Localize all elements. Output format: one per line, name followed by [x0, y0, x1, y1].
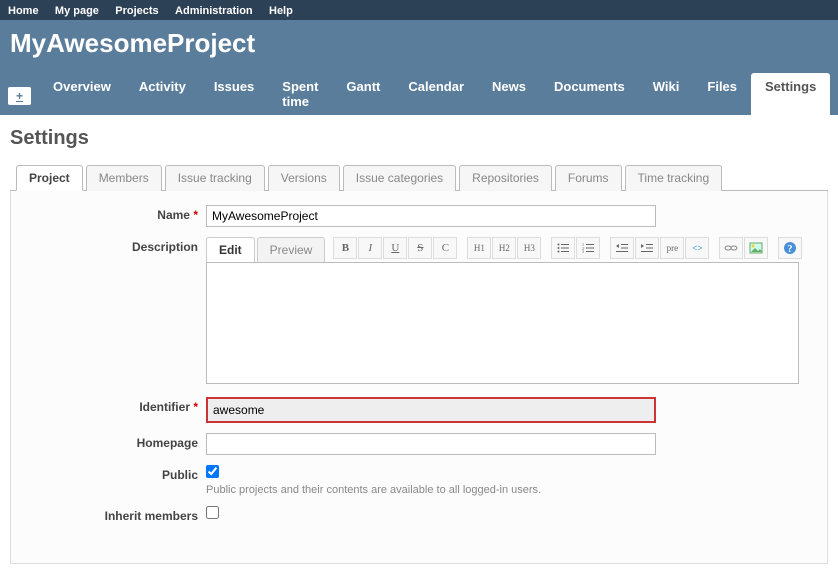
indent-button[interactable]	[635, 237, 659, 259]
editor-tab-preview[interactable]: Preview	[257, 237, 326, 262]
tab-overview[interactable]: Overview	[39, 73, 125, 115]
image-icon	[749, 242, 763, 254]
bold-button[interactable]: B	[333, 237, 357, 259]
identifier-label: Identifier *	[31, 397, 206, 414]
inherit-label: Inherit members	[31, 506, 206, 523]
name-label: Name *	[31, 205, 206, 222]
inherit-checkbox[interactable]	[206, 506, 219, 519]
top-menu: Home My page Projects Administration Hel…	[0, 0, 838, 20]
tab-files[interactable]: Files	[693, 73, 751, 115]
tab-documents[interactable]: Documents	[540, 73, 639, 115]
tab-gantt[interactable]: Gantt	[332, 73, 394, 115]
public-label: Public	[31, 465, 206, 482]
svg-text:3: 3	[582, 249, 584, 253]
subtab-issue-tracking[interactable]: Issue tracking	[165, 165, 265, 191]
tab-news[interactable]: News	[478, 73, 540, 115]
subtab-forums[interactable]: Forums	[555, 165, 622, 191]
nav-mypage[interactable]: My page	[55, 5, 99, 17]
project-title: MyAwesomeProject	[10, 28, 828, 59]
subtab-time-tracking[interactable]: Time tracking	[625, 165, 723, 191]
help-icon: ?	[783, 241, 797, 255]
new-object-button[interactable]: +	[8, 87, 31, 105]
main-menu: + Overview Activity Issues Spent time Ga…	[0, 73, 838, 115]
content: Settings Project Members Issue tracking …	[0, 115, 838, 576]
homepage-input[interactable]	[206, 433, 656, 455]
ul-button[interactable]	[551, 237, 575, 259]
tab-calendar[interactable]: Calendar	[394, 73, 478, 115]
h1-button[interactable]: H1	[467, 237, 491, 259]
image-button[interactable]	[744, 237, 768, 259]
name-input[interactable]	[206, 205, 656, 227]
underline-button[interactable]: U	[383, 237, 407, 259]
link-icon	[724, 243, 738, 253]
outdent-button[interactable]	[610, 237, 634, 259]
indent-icon	[641, 243, 653, 253]
tab-wiki[interactable]: Wiki	[639, 73, 694, 115]
svg-text:?: ?	[788, 244, 793, 255]
description-textarea[interactable]	[206, 262, 799, 384]
page-title: Settings	[10, 127, 828, 150]
description-label: Description	[31, 237, 206, 254]
ol-button[interactable]: 123	[576, 237, 600, 259]
link-button[interactable]	[719, 237, 743, 259]
homepage-label: Homepage	[31, 433, 206, 450]
tab-spent-time[interactable]: Spent time	[268, 73, 332, 115]
subtab-issue-categories[interactable]: Issue categories	[343, 165, 456, 191]
h3-button[interactable]: H3	[517, 237, 541, 259]
subtab-versions[interactable]: Versions	[268, 165, 340, 191]
project-form: Name * Description Edit Preview B I U S …	[10, 191, 828, 564]
outdent-icon	[616, 243, 628, 253]
list-ol-icon: 123	[582, 243, 594, 253]
nav-help[interactable]: Help	[269, 5, 293, 17]
codeblock-button[interactable]: <>	[685, 237, 709, 259]
settings-subtabs: Project Members Issue tracking Versions …	[10, 164, 828, 191]
subtab-repositories[interactable]: Repositories	[459, 165, 552, 191]
header: MyAwesomeProject	[0, 20, 838, 73]
pre-button[interactable]: pre	[660, 237, 684, 259]
nav-admin[interactable]: Administration	[175, 5, 253, 17]
tab-issues[interactable]: Issues	[200, 73, 268, 115]
help-button[interactable]: ?	[778, 237, 802, 259]
editor-toolbar: B I U S C H1 H2 H3 123	[333, 237, 802, 262]
tab-activity[interactable]: Activity	[125, 73, 200, 115]
nav-projects[interactable]: Projects	[115, 5, 158, 17]
editor-tab-edit[interactable]: Edit	[206, 237, 255, 262]
list-ul-icon	[557, 243, 569, 253]
nav-home[interactable]: Home	[8, 5, 39, 17]
h2-button[interactable]: H2	[492, 237, 516, 259]
tab-settings[interactable]: Settings	[751, 73, 830, 115]
code-button[interactable]: C	[433, 237, 457, 259]
public-checkbox[interactable]	[206, 465, 219, 478]
italic-button[interactable]: I	[358, 237, 382, 259]
subtab-project[interactable]: Project	[16, 165, 83, 191]
public-hint: Public projects and their contents are a…	[206, 484, 807, 496]
identifier-input[interactable]	[206, 397, 656, 423]
strike-button[interactable]: S	[408, 237, 432, 259]
subtab-members[interactable]: Members	[86, 165, 162, 191]
